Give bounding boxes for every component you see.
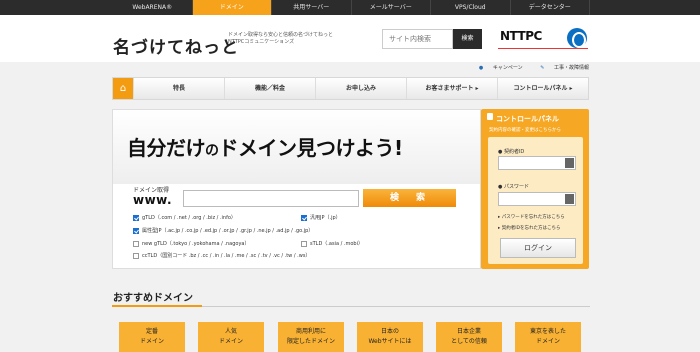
header: 名づけてねっと ドメイン取得なら安心と信頼の名づけてねっと NTTPCコミュニケー… xyxy=(0,15,700,62)
recommend-card[interactable]: 東京を表した ドメイン xyxy=(515,322,581,352)
maintenance-link[interactable]: ✎ 工事・故障情報 xyxy=(532,65,589,71)
recommend-card[interactable]: 日本企業 としての信頼 xyxy=(436,322,502,352)
section-underline xyxy=(112,305,202,307)
forgot-id-link[interactable]: ▸ 契約者IDを忘れた方はこちら xyxy=(498,225,560,231)
check-jp[interactable]: 汎用JP（.jp） xyxy=(301,214,341,221)
logo-underline xyxy=(498,48,588,49)
id-label: ● 契約者ID xyxy=(498,149,525,155)
check-stld[interactable]: sTLD（.asia / .mobi） xyxy=(301,240,363,247)
global-tab-mail-server[interactable]: メールサーバー xyxy=(352,0,431,15)
domain-input[interactable] xyxy=(183,190,359,207)
domain-search-button[interactable]: 検 索 xyxy=(363,189,456,207)
login-button[interactable]: ログイン xyxy=(500,238,576,258)
hero-title: 自分だけのドメイン見つけよう! xyxy=(127,136,403,160)
main-nav: ⌂ 特長 機能／料金 お申し込み お客さまサポート ▸ コントロールパネル ▸ xyxy=(112,77,589,100)
global-tab-shared-server[interactable]: 共用サーバー xyxy=(272,0,352,15)
recommend-card[interactable]: 商用利用に 限定したドメイン xyxy=(278,322,344,352)
site-logo[interactable]: 名づけてねっと xyxy=(113,33,239,58)
campaign-link[interactable]: ● キャンペーン xyxy=(471,65,523,71)
checkbox-icon[interactable] xyxy=(133,252,139,259)
forgot-password-link[interactable]: ▸ パスワードを忘れた方はこちら xyxy=(498,214,565,220)
global-tab-domain[interactable]: ドメイン xyxy=(192,0,272,15)
nav-control-panel[interactable]: コントロールパネル ▸ xyxy=(497,78,588,99)
home-icon[interactable]: ⌂ xyxy=(113,78,133,99)
sub-links: ● キャンペーン ✎ 工事・故障情報 xyxy=(463,64,589,71)
recommend-title: おすすめドメイン xyxy=(113,293,193,304)
keyboard-icon[interactable] xyxy=(565,158,574,168)
section-divider xyxy=(202,306,590,307)
recommend-card[interactable]: 日本の Webサイトには xyxy=(357,322,423,352)
site-search-button[interactable]: 検索 xyxy=(453,29,482,49)
nav-apply[interactable]: お申し込み xyxy=(315,78,406,99)
global-tab-webarena[interactable]: WebARENA® xyxy=(113,0,193,15)
global-nav: WebARENA® ドメイン 共用サーバー メールサーバー VPS/Cloud … xyxy=(0,0,700,15)
ntt-logo-icon xyxy=(567,28,587,48)
recommend-card[interactable]: 定番 ドメイン xyxy=(119,322,185,352)
nttpc-logo-text: NTTPC xyxy=(500,29,542,43)
password-input[interactable] xyxy=(498,192,576,206)
contract-id-input[interactable] xyxy=(498,156,576,170)
www-prefix: www. xyxy=(133,193,173,207)
nav-pricing[interactable]: 機能／料金 xyxy=(224,78,315,99)
checkbox-icon[interactable] xyxy=(133,227,139,234)
check-attr-jp[interactable]: 属性型JP（.ac.jp / .co.jp / .ed.jp / .or.jp … xyxy=(133,227,313,234)
global-tab-datacenter[interactable]: データセンター xyxy=(511,0,590,15)
nav-features[interactable]: 特長 xyxy=(133,78,224,99)
check-new-gtld[interactable]: new gTLD（.tokyo / .yokohama / .nagoya） xyxy=(133,240,250,247)
check-gtld[interactable]: gTLD（.com / .net / .org / .biz / .info） xyxy=(133,214,236,221)
checkbox-icon[interactable] xyxy=(133,214,139,221)
lock-icon xyxy=(487,113,493,120)
panel-subtitle: 契約内容の確認・変更はこちらから xyxy=(489,128,561,133)
check-cctld[interactable]: ccTLD（国別コード .bz / .cc / .in / .la / .me … xyxy=(133,252,310,259)
keyboard-icon[interactable] xyxy=(565,194,574,204)
checkbox-icon[interactable] xyxy=(301,214,307,221)
domain-search-hero: 自分だけのドメイン見つけよう! ドメイン取得 www. 検 索 gTLD（.co… xyxy=(112,109,481,269)
nav-support[interactable]: お客さまサポート ▸ xyxy=(406,78,497,99)
pw-label: ● パスワード xyxy=(498,184,529,190)
checkbox-icon[interactable] xyxy=(133,240,139,247)
panel-title: コントロールパネル xyxy=(496,115,559,123)
login-form: ● 契約者ID ● パスワード ▸ パスワードを忘れた方はこちら ▸ 契約者ID… xyxy=(488,137,583,264)
global-tab-vps-cloud[interactable]: VPS/Cloud xyxy=(431,0,511,15)
checkbox-icon[interactable] xyxy=(301,240,307,247)
site-tagline: ドメイン取得なら安心と信頼の名づけてねっと NTTPCコミュニケーションズ xyxy=(228,32,334,45)
site-search-input[interactable] xyxy=(382,29,453,49)
recommend-card[interactable]: 人気 ドメイン xyxy=(198,322,264,352)
control-panel-login: コントロールパネル 契約内容の確認・変更はこちらから ● 契約者ID ● パスワ… xyxy=(481,109,589,269)
